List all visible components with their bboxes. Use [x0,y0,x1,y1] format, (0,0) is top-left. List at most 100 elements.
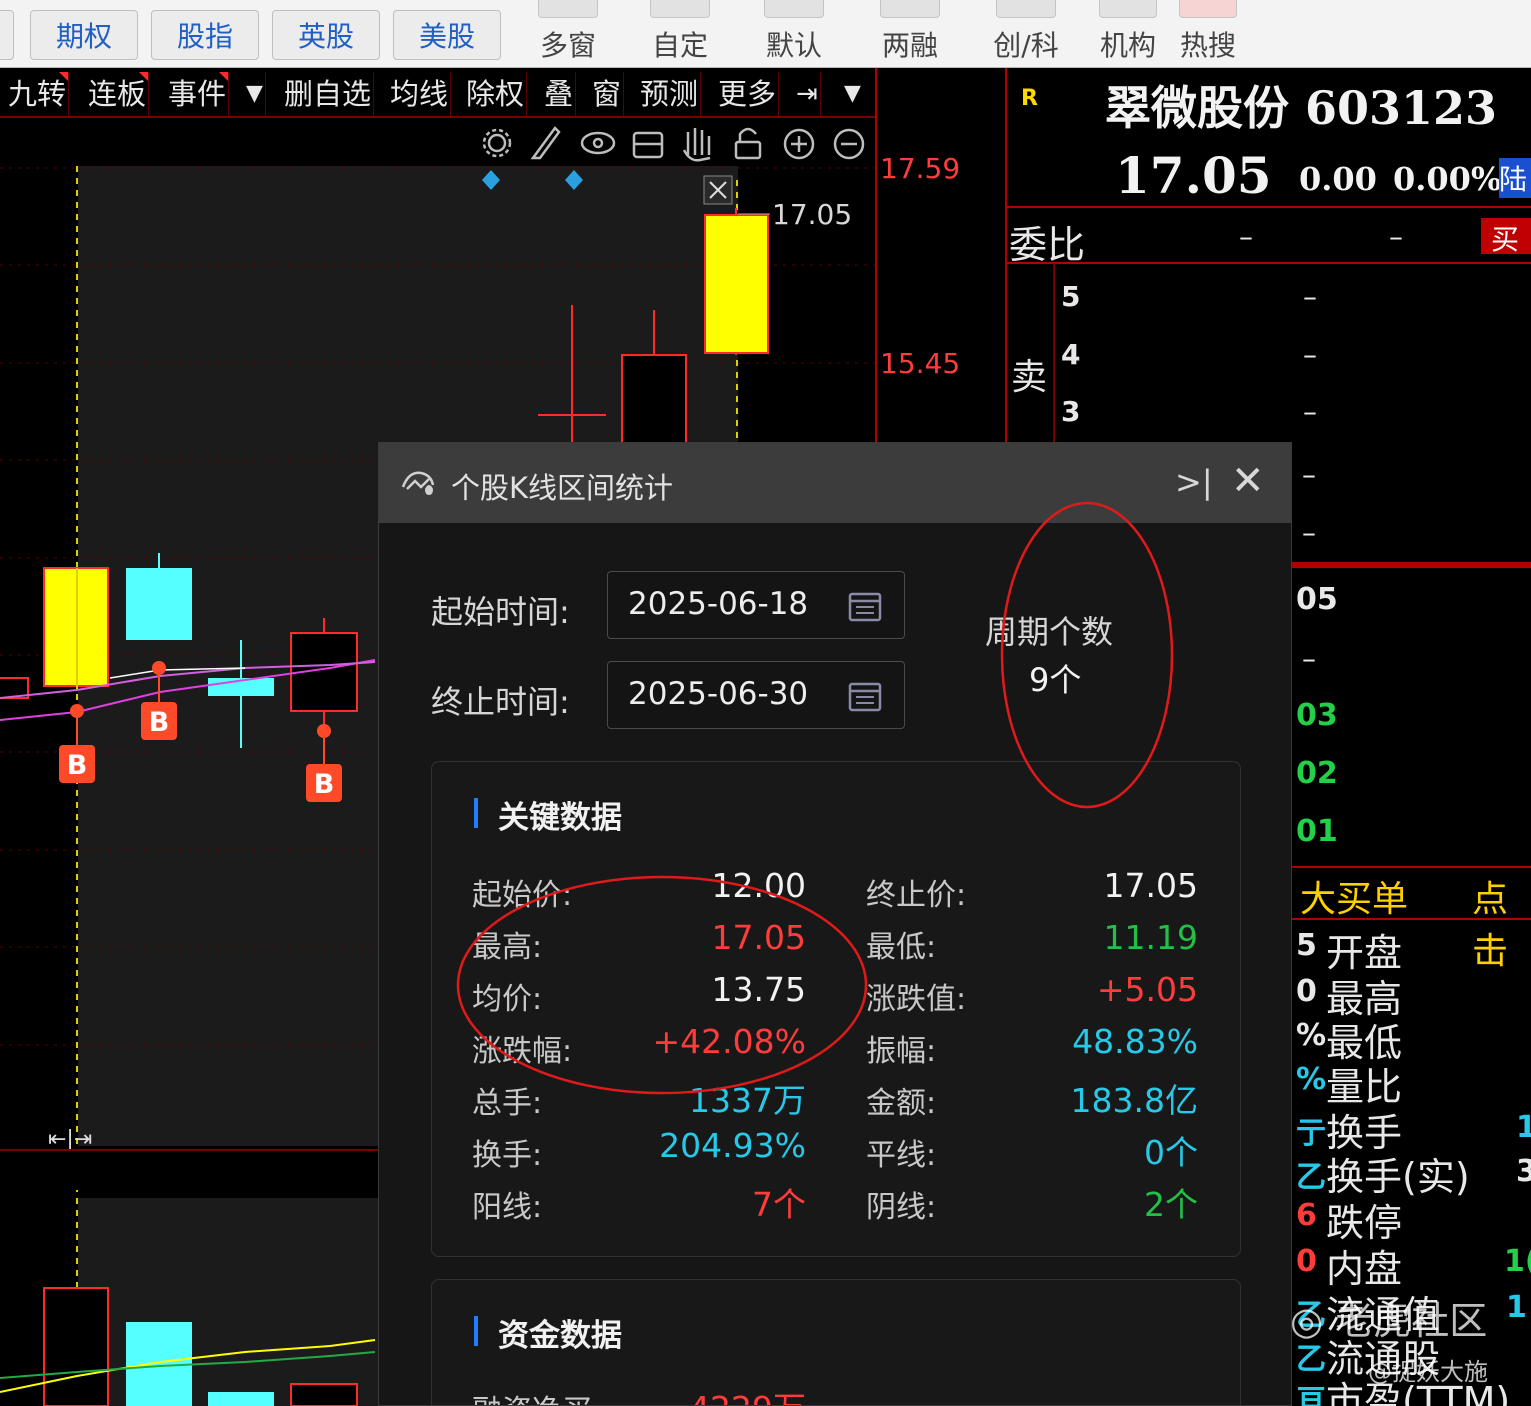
stock-tag: R [1021,86,1038,111]
buy-button[interactable]: 买 [1481,218,1531,256]
stat-label: 涨跌值: [866,982,967,1017]
stat-prefix: 6 [1296,1198,1317,1233]
chart-tool-forecast[interactable]: 预测 [638,72,702,116]
tool-institution[interactable]: 机构 [1090,0,1166,68]
stock-price: 17.05 [1115,146,1272,205]
click-hint-tab[interactable]: 点击 [1472,870,1531,974]
price-axis-label: 15.45 [880,347,961,380]
brush-icon[interactable] [530,126,561,160]
gear-icon[interactable] [482,128,512,158]
sell-level: 4 [1061,338,1081,371]
zoom-in-icon[interactable] [783,128,815,160]
stat-label: 均价: [472,982,543,1017]
hot-search-icon [1179,0,1237,18]
stat-label: 阳线: [472,1190,543,1225]
zoom-out-icon[interactable] [833,128,865,160]
period-count-value: 9个 [1029,661,1082,699]
quote-separator [1292,866,1531,868]
sell-label: 卖 [1011,357,1048,398]
fund-data-title: 资金数据 [498,1318,622,1354]
stat-label: 最低: [866,930,937,965]
institution-icon [1099,0,1157,18]
sell-level: 3 [1061,395,1081,428]
chart-tool-collapse[interactable]: ⇥ [794,72,821,116]
collapse-panel-icon[interactable]: >| [1175,463,1213,501]
chart-tool-dropdown[interactable]: ▼ [244,72,266,116]
tool-margin[interactable]: 两融 [862,0,958,68]
tool-default[interactable]: 默认 [746,0,842,68]
dialog-close-icon[interactable]: ✕ [1231,461,1265,501]
signal-dot [317,724,331,738]
chart-tool-more[interactable]: 更多 [716,72,780,116]
stat-value: 11.19 [1103,918,1198,957]
big-buy-order-tab[interactable]: 大买单 [1300,870,1408,922]
dialog-header[interactable]: 个股K线区间统计 >| ✕ [379,443,1291,523]
watermark-swirl-icon: ◎ [1290,1299,1324,1343]
tool-multi-window[interactable]: 多窗 [520,0,616,68]
stat-label: 融资净买: [472,1386,602,1405]
start-date-field[interactable]: 2025-06-18 [607,571,905,639]
chart-tool-nine-turn[interactable]: 九转 [6,72,70,116]
market-button-index-futures[interactable]: 股指 [151,10,259,60]
stat-value: +42.08% [652,1022,806,1061]
stat-value: 7个 [752,1185,806,1224]
market-button-label: 股指 [176,20,233,53]
calendar-icon[interactable] [848,590,882,622]
chart-tool-dropdown-2[interactable]: ▼ [842,72,863,116]
chart-tool-remove-watchlist[interactable]: 删自选 [282,72,375,116]
start-date-value: 2025-06-18 [628,586,809,622]
stat-label: 涨跌幅: [472,1034,573,1069]
end-date-value: 2025-06-30 [628,676,809,712]
close-icon[interactable] [703,175,733,205]
tool-label: 机构 [1099,29,1156,62]
market-button-partial[interactable] [0,10,14,60]
chart-tool-moving-average[interactable]: 均线 [388,72,452,116]
stat-label: 最高: [472,930,543,965]
tool-label: 自定 [651,29,708,62]
connect-badge[interactable]: 陆 [1499,158,1531,198]
end-date-field[interactable]: 2025-06-30 [607,661,905,729]
margin-icon [880,0,940,18]
signal-dot [70,704,84,718]
quote-separator [1007,206,1531,208]
stat-value: 183.8亿 [1070,1081,1198,1120]
stat-value: 204.93% [659,1126,806,1165]
price-fragment: 05 [1296,582,1338,617]
chart-tool-window[interactable]: 窗 [590,72,625,116]
lock-icon[interactable] [734,127,762,160]
toolbox-icon[interactable] [632,131,664,159]
tool-hot-search[interactable]: 热搜 [1170,0,1246,68]
eye-icon[interactable] [580,131,616,155]
market-button-label: 美股 [418,20,475,53]
chart-tool-ex-rights[interactable]: 除权 [464,72,528,116]
market-button-us-stocks[interactable]: 美股 [393,10,501,60]
market-button-uk-stocks[interactable]: 英股 [272,10,380,60]
tool-star-market[interactable]: 创/科 [976,0,1076,68]
calendar-icon[interactable] [848,680,882,712]
chart-tool-limit-up[interactable]: 连板 [86,72,150,116]
stat-value-partial: 1 [1506,1290,1527,1325]
stat-prefix: 5 [1296,928,1317,963]
quote-separator [1292,918,1531,920]
stat-value-partial: 1 [1516,1110,1531,1145]
hand-icon[interactable] [682,128,711,162]
chart-tool-events[interactable]: 事件 [166,72,230,116]
stat-label: 振幅: [866,1034,937,1069]
stat-value: 2个 [1144,1185,1198,1224]
chart-tool-overlay[interactable]: 叠 [542,72,577,116]
chart-toolbar: 九转 连板 事件 ▼ 删自选 均线 除权 叠 窗 预测 更多 ⇥ ▼ [0,68,875,118]
commission-diff-value: – [1389,220,1403,253]
stat-prefix: 0 [1296,1244,1317,1279]
tool-label: 热搜 [1179,29,1236,62]
tool-label: 两融 [881,29,938,62]
watermark-author: @捉妖大施 [1368,1358,1488,1386]
candle-up-high [704,208,769,355]
tool-label: 多窗 [539,29,596,62]
range-drag-handle[interactable]: ⇤|⇥ [48,1127,92,1152]
stat-prefix: % [1296,1018,1327,1053]
tool-custom[interactable]: 自定 [632,0,728,68]
price-change: 0.00 [1299,160,1377,198]
watermark-text: 老虎社区 [1335,1299,1488,1343]
section-accent-bar [474,798,478,828]
market-button-options[interactable]: 期权 [30,10,138,60]
